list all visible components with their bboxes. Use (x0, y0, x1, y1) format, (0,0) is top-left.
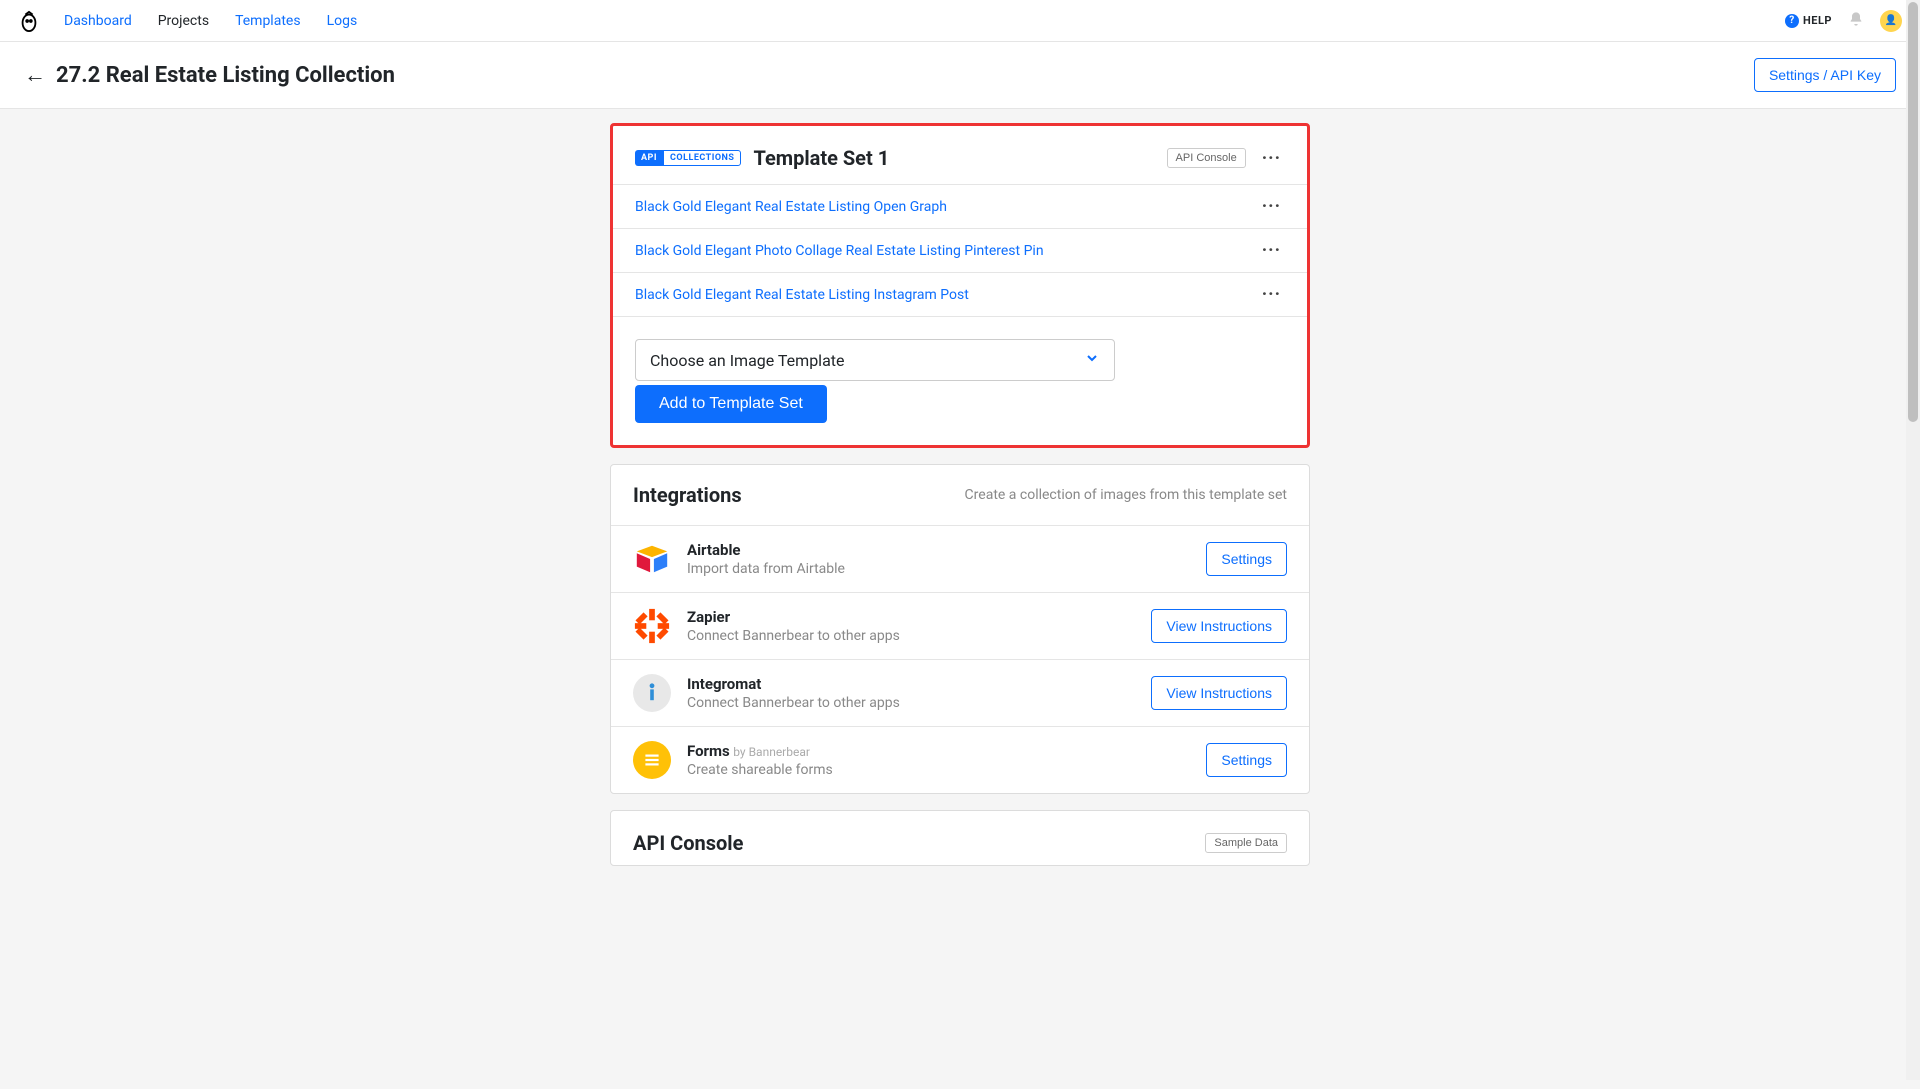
integration-action-button[interactable]: View Instructions (1151, 676, 1287, 710)
zapier-icon (633, 607, 671, 645)
airtable-icon (633, 540, 671, 578)
more-icon[interactable]: ··· (1258, 196, 1285, 217)
more-icon[interactable]: ··· (1258, 240, 1285, 261)
integration-name: Forms (687, 742, 730, 760)
more-icon[interactable]: ··· (1258, 148, 1285, 169)
top-nav: Dashboard Projects Templates Logs ? HELP… (0, 0, 1920, 42)
page-header: ← 27.2 Real Estate Listing Collection Se… (0, 42, 1920, 109)
nav-dashboard[interactable]: Dashboard (64, 13, 132, 29)
sample-data-button[interactable]: Sample Data (1205, 833, 1287, 853)
settings-api-key-button[interactable]: Settings / API Key (1754, 58, 1896, 92)
template-set-card: API COLLECTIONS Template Set 1 API Conso… (610, 123, 1310, 448)
integration-action-button[interactable]: Settings (1206, 542, 1287, 576)
integration-by: by Bannerbear (733, 745, 810, 759)
template-link[interactable]: Black Gold Elegant Real Estate Listing O… (635, 199, 1258, 215)
select-placeholder: Choose an Image Template (650, 351, 845, 370)
help-icon: ? (1785, 14, 1799, 28)
integration-desc: Connect Bannerbear to other apps (687, 695, 1135, 711)
nav-projects[interactable]: Projects (158, 13, 209, 29)
template-row: Black Gold Elegant Real Estate Listing I… (613, 272, 1307, 316)
back-arrow-icon[interactable]: ← (24, 62, 46, 88)
nav-links: Dashboard Projects Templates Logs (64, 13, 357, 29)
chevron-down-icon (1084, 350, 1100, 370)
more-icon[interactable]: ··· (1258, 284, 1285, 305)
api-console-button[interactable]: API Console (1167, 148, 1246, 168)
integration-action-button[interactable]: View Instructions (1151, 609, 1287, 643)
scrollbar-thumb[interactable] (1908, 2, 1918, 422)
api-console-card: API Console Sample Data (610, 810, 1310, 866)
forms-icon (633, 741, 671, 779)
integrations-subtitle: Create a collection of images from this … (965, 487, 1287, 503)
integromat-icon (633, 674, 671, 712)
integration-name: Integromat (687, 675, 1135, 693)
integration-row-integromat: Integromat Connect Bannerbear to other a… (611, 659, 1309, 726)
help-link[interactable]: ? HELP (1785, 14, 1832, 28)
integrations-card: Integrations Create a collection of imag… (610, 464, 1310, 794)
integration-name: Zapier (687, 608, 1135, 626)
logo-icon[interactable] (18, 10, 40, 32)
integration-row-airtable: Airtable Import data from Airtable Setti… (611, 525, 1309, 592)
template-row: Black Gold Elegant Real Estate Listing O… (613, 184, 1307, 228)
integration-desc: Create shareable forms (687, 762, 1190, 778)
template-set-title: Template Set 1 (753, 146, 889, 170)
avatar[interactable]: 👤 (1880, 10, 1902, 32)
api-collections-badge: API COLLECTIONS (635, 150, 741, 166)
add-to-template-set-button[interactable]: Add to Template Set (635, 385, 827, 423)
integration-row-forms: Forms by Bannerbear Create shareable for… (611, 726, 1309, 793)
template-row: Black Gold Elegant Photo Collage Real Es… (613, 228, 1307, 272)
integration-desc: Connect Bannerbear to other apps (687, 628, 1135, 644)
integrations-title: Integrations (633, 483, 742, 507)
nav-logs[interactable]: Logs (327, 13, 358, 29)
scrollbar[interactable] (1906, 0, 1920, 1080)
nav-templates[interactable]: Templates (235, 13, 301, 29)
main-content: API COLLECTIONS Template Set 1 API Conso… (0, 109, 1920, 1089)
image-template-select[interactable]: Choose an Image Template (635, 339, 1115, 381)
integration-desc: Import data from Airtable (687, 561, 1190, 577)
integration-action-button[interactable]: Settings (1206, 743, 1287, 777)
bell-icon[interactable] (1848, 11, 1864, 31)
page-title: 27.2 Real Estate Listing Collection (56, 63, 395, 88)
help-label: HELP (1803, 14, 1832, 27)
template-link[interactable]: Black Gold Elegant Real Estate Listing I… (635, 287, 1258, 303)
template-link[interactable]: Black Gold Elegant Photo Collage Real Es… (635, 243, 1258, 259)
integration-row-zapier: Zapier Connect Bannerbear to other apps … (611, 592, 1309, 659)
integration-name: Airtable (687, 541, 1190, 559)
api-console-title: API Console (633, 831, 743, 855)
